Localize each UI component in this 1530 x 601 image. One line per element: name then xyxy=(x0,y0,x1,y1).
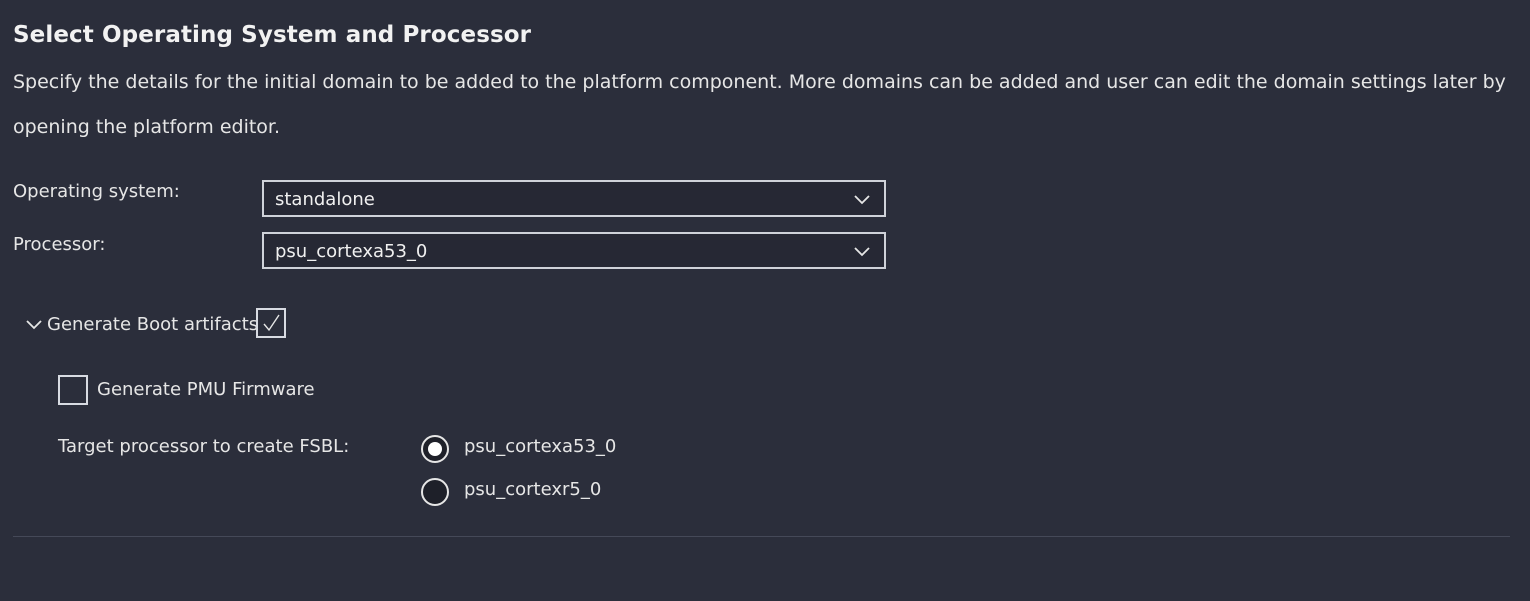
processor-select[interactable]: psu_cortexa53_0 xyxy=(262,232,886,269)
operating-system-select[interactable]: standalone xyxy=(262,180,886,217)
processor-value: psu_cortexa53_0 xyxy=(275,241,428,262)
checkmark-icon xyxy=(263,314,280,332)
section-divider xyxy=(13,536,1510,537)
os-processor-page: Select Operating System and Processor Sp… xyxy=(0,0,1530,601)
page-description: Specify the details for the initial doma… xyxy=(13,71,1506,138)
generate-pmu-firmware-checkbox[interactable] xyxy=(58,375,88,405)
operating-system-label: Operating system: xyxy=(13,181,180,202)
processor-label: Processor: xyxy=(13,234,106,255)
generate-boot-artifacts-toggle[interactable]: Generate Boot artifacts xyxy=(25,311,258,337)
generate-boot-artifacts-checkbox[interactable] xyxy=(256,308,286,338)
generate-pmu-firmware-label: Generate PMU Firmware xyxy=(97,379,315,400)
fsbl-radio-cortexr5[interactable] xyxy=(421,478,449,506)
fsbl-radio-cortexa53[interactable] xyxy=(421,435,449,463)
operating-system-value: standalone xyxy=(275,189,375,210)
fsbl-target-label: Target processor to create FSBL: xyxy=(58,436,350,457)
generate-boot-artifacts-label: Generate Boot artifacts xyxy=(47,313,259,335)
radio-selected-dot xyxy=(428,442,442,456)
page-title: Select Operating System and Processor xyxy=(13,22,532,48)
chevron-down-icon xyxy=(854,195,870,205)
fsbl-radio-cortexr5-label: psu_cortexr5_0 xyxy=(464,479,602,500)
chevron-down-icon xyxy=(854,247,870,257)
fsbl-radio-cortexa53-label: psu_cortexa53_0 xyxy=(464,436,617,457)
chevron-down-icon xyxy=(26,320,42,330)
